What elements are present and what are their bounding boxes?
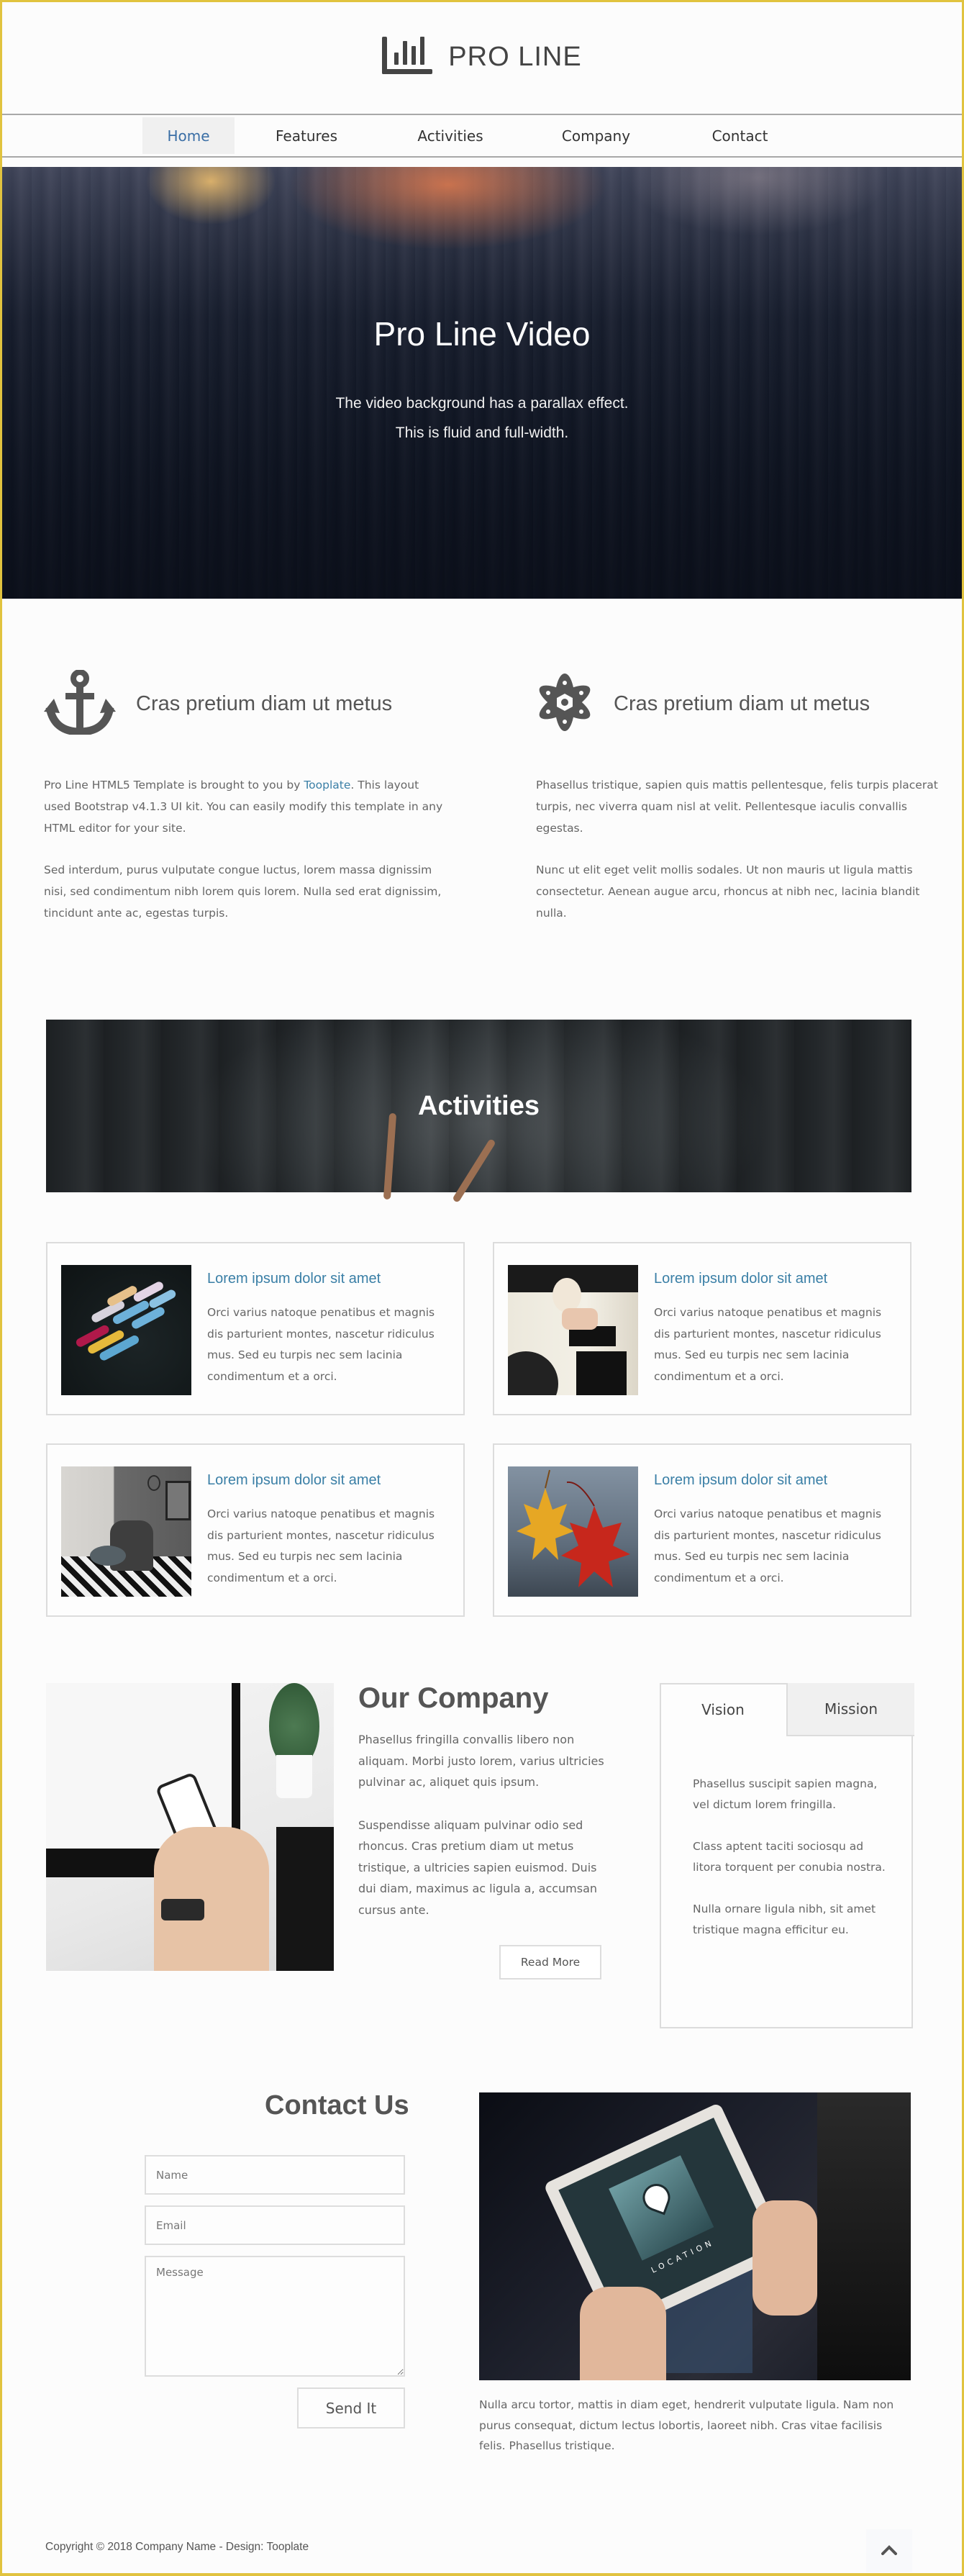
- feature-text: Pro Line HTML5 Template is brought to yo…: [44, 779, 304, 792]
- company-text: Phasellus fringilla convallis libero non…: [358, 1729, 617, 1920]
- tab-paragraph: Phasellus suscipit sapien magna, vel dic…: [693, 1777, 878, 1811]
- message-textarea[interactable]: [145, 2256, 405, 2377]
- location-tablet-photo: LOCATION: [479, 2092, 911, 2380]
- interior-chair-photo: [61, 1466, 191, 1597]
- tooplate-link[interactable]: Tooplate: [304, 779, 350, 792]
- card-title[interactable]: Lorem ipsum dolor sit amet: [207, 1472, 381, 1489]
- van-wheel: [508, 1351, 558, 1395]
- name-input[interactable]: [145, 2155, 405, 2195]
- email-input[interactable]: [145, 2205, 405, 2245]
- anchor-icon: [44, 669, 116, 738]
- contact-title: Contact Us: [265, 2090, 409, 2121]
- hero-video-section: Pro Line Video The video background has …: [2, 167, 962, 599]
- activity-card[interactable]: Lorem ipsum dolor sit amet Orci varius n…: [493, 1443, 911, 1617]
- card-title[interactable]: Lorem ipsum dolor sit amet: [654, 1472, 827, 1489]
- nav-item-activities[interactable]: Activities: [378, 117, 522, 154]
- nav-item-contact[interactable]: Contact: [670, 117, 810, 154]
- card-text: Orci varius natoque penatibus et magnis …: [654, 1507, 882, 1584]
- vision-mission-tabs: Vision Mission Phasellus suscipit sapien…: [660, 1683, 914, 2028]
- contact-text: Nulla arcu tortor, mattis in diam eget, …: [479, 2398, 894, 2452]
- feature-paragraph: Nunc ut elit eget velit mollis sodales. …: [536, 863, 920, 920]
- card-text: Orci varius natoque penatibus et magnis …: [654, 1306, 882, 1383]
- company-title: Our Company: [358, 1682, 549, 1714]
- feature-paragraph: Pro Line HTML5 Template is brought to yo…: [44, 774, 447, 839]
- bar-chart-icon: [382, 37, 433, 77]
- wall-mirror: [147, 1475, 160, 1491]
- person-sleeve: [276, 1827, 334, 1971]
- feature-paragraph: Phasellus tristique, sapien quis mattis …: [536, 779, 938, 835]
- hero-subtitle-line-1: The video background has a parallax effe…: [335, 395, 629, 412]
- hand-left: [580, 2287, 666, 2380]
- banner-photo-arm: [383, 1112, 397, 1200]
- wall-frame: [165, 1481, 191, 1520]
- maple-leaves-photo: [508, 1466, 638, 1597]
- footer-copyright: Copyright © 2018 Company Name - Design: …: [45, 2541, 309, 2553]
- tab-paragraph: Class aptent taciti sociosqu ad litora t…: [693, 1840, 886, 1874]
- plant-pot: [276, 1755, 312, 1798]
- woman-arm: [562, 1308, 598, 1330]
- woman-pants: [576, 1351, 627, 1395]
- feature-paragraph: Sed interdum, purus vulputate congue luc…: [44, 863, 442, 920]
- activity-card[interactable]: Lorem ipsum dolor sit amet Orci varius n…: [493, 1242, 911, 1415]
- company-paragraph: Suspendisse aliquam pulvinar odio sed rh…: [358, 1818, 598, 1917]
- atom-icon: [536, 670, 594, 738]
- company-photo: [46, 1683, 334, 1971]
- page: PRO LINE Home Features Activities Compan…: [0, 0, 964, 2576]
- watch: [161, 1899, 204, 1920]
- banner-photo-arm: [452, 1138, 496, 1204]
- brand-logo[interactable]: PRO LINE: [2, 37, 962, 77]
- card-text: Orci varius natoque penatibus et magnis …: [207, 1306, 435, 1383]
- chevron-up-icon: [881, 2544, 897, 2558]
- card-title[interactable]: Lorem ipsum dolor sit amet: [654, 1271, 827, 1287]
- boats-photo: [61, 1265, 191, 1395]
- activities-title: Activities: [418, 1090, 540, 1121]
- activity-card[interactable]: Lorem ipsum dolor sit amet Orci varius n…: [46, 1242, 465, 1415]
- woman-head: [553, 1278, 581, 1312]
- company-paragraph: Phasellus fringilla convallis libero non…: [358, 1733, 604, 1789]
- activities-banner: Activities: [46, 1020, 911, 1204]
- send-button[interactable]: Send It: [297, 2387, 405, 2428]
- tab-mission[interactable]: Mission: [786, 1683, 914, 1736]
- read-more-button[interactable]: Read More: [499, 1945, 601, 1979]
- hero-subtitle-line-2: This is fluid and full-width.: [395, 425, 569, 441]
- tab-panel-vision: Phasellus suscipit sapien magna, vel dic…: [693, 1774, 887, 1941]
- nav-item-company[interactable]: Company: [522, 117, 670, 154]
- back-to-top-button[interactable]: [866, 2529, 912, 2572]
- nav-item-features[interactable]: Features: [235, 117, 378, 154]
- hand-right: [752, 2200, 817, 2316]
- brand-name: PRO LINE: [448, 41, 582, 72]
- tab-paragraph: Nulla ornare ligula nibh, sit amet trist…: [693, 1902, 876, 1936]
- activity-card[interactable]: Lorem ipsum dolor sit amet Orci varius n…: [46, 1443, 465, 1617]
- side-table: [90, 1546, 126, 1566]
- car-console: [817, 2092, 911, 2380]
- feature-title: Cras pretium diam ut metus: [614, 691, 870, 715]
- hero-title: Pro Line Video: [373, 315, 591, 353]
- nav-item-home[interactable]: Home: [142, 117, 235, 154]
- woman-van-photo: [508, 1265, 638, 1395]
- feature-block-1: Cras pretium diam ut metus Pro Line HTML…: [44, 668, 447, 924]
- feature-title: Cras pretium diam ut metus: [136, 691, 393, 715]
- main-nav: Home Features Activities Company Contact: [2, 114, 962, 158]
- feature-block-2: Cras pretium diam ut metus Phasellus tri…: [536, 668, 939, 924]
- card-text: Orci varius natoque penatibus et magnis …: [207, 1507, 435, 1584]
- card-title[interactable]: Lorem ipsum dolor sit amet: [207, 1271, 381, 1287]
- tab-vision[interactable]: Vision: [660, 1683, 786, 1736]
